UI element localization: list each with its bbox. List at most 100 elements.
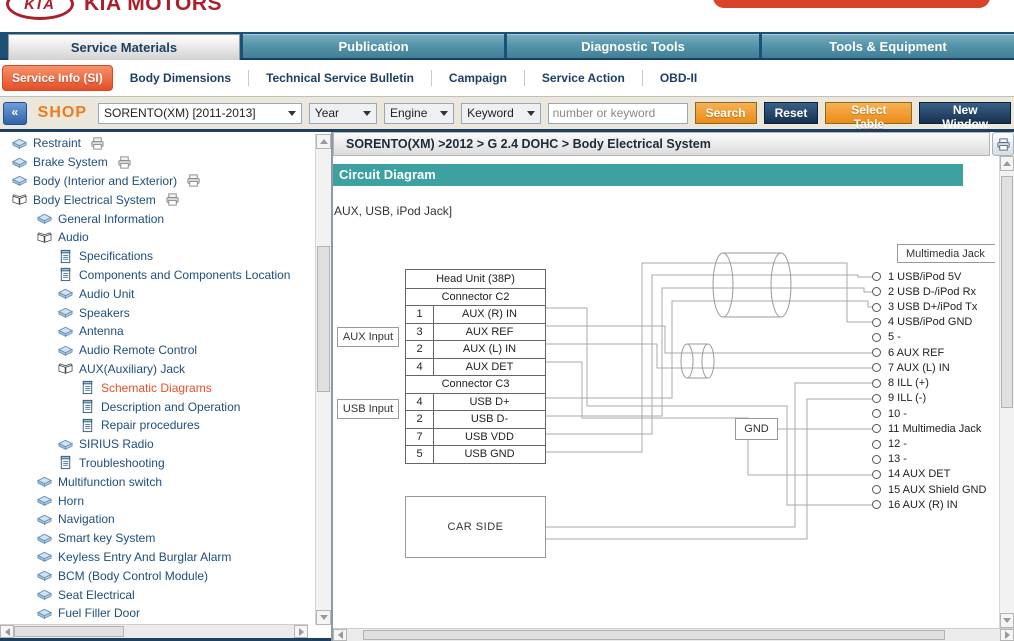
tree-item[interactable]: Troubleshooting xyxy=(0,454,314,473)
search-button[interactable]: Search xyxy=(695,102,757,124)
subtab-body-dimensions[interactable]: Body Dimensions xyxy=(113,71,248,85)
printer-icon[interactable] xyxy=(165,192,181,208)
subtab-service-info[interactable]: Service Info (SI) xyxy=(2,65,113,91)
tree-item-label: BCM (Body Control Module) xyxy=(58,569,208,583)
scroll-right-icon[interactable] xyxy=(294,625,308,638)
scroll-left-icon[interactable] xyxy=(0,625,14,638)
tree-item[interactable]: Multifunction switch xyxy=(0,472,314,491)
app-header: KIA KIA MOTORS xyxy=(0,0,1014,32)
tree-item[interactable]: AUX(Auxiliary) Jack xyxy=(0,360,314,379)
reset-button[interactable]: Reset xyxy=(764,102,819,124)
pin-number: 4 xyxy=(406,359,434,376)
tree-item[interactable]: SIRIUS Radio xyxy=(0,435,314,454)
doc-icon xyxy=(58,455,74,471)
tree-item[interactable]: Schematic Diagrams xyxy=(0,378,314,397)
tree-item[interactable]: Description and Operation xyxy=(0,397,314,416)
head-unit-table: Head Unit (38P)Connector C21AUX (R) IN3A… xyxy=(405,269,546,464)
scroll-down-icon[interactable] xyxy=(1000,613,1014,628)
pin-signal: USB GND xyxy=(434,446,545,463)
tab-diagnostic-tools[interactable]: Diagnostic Tools xyxy=(507,34,759,58)
subtab-obd2[interactable]: OBD-II xyxy=(643,71,714,85)
tree-item[interactable]: Seat Electrical xyxy=(0,585,314,604)
scroll-down-icon[interactable] xyxy=(316,610,331,625)
main-tab-bar: Service Materials Publication Diagnostic… xyxy=(0,32,1014,60)
tree-item-label: Specifications xyxy=(79,249,153,263)
tab-publication[interactable]: Publication xyxy=(243,34,504,58)
tree-item-label: Navigation xyxy=(58,512,115,526)
scrollbar-thumb[interactable] xyxy=(14,626,124,637)
content-horizontal-scrollbar[interactable] xyxy=(333,628,1014,641)
tree-item[interactable]: Audio Remote Control xyxy=(0,341,314,360)
tree-item[interactable]: BCM (Body Control Module) xyxy=(0,566,314,585)
tab-service-materials[interactable]: Service Materials xyxy=(8,34,240,60)
jack-pin: 10 - xyxy=(868,406,986,421)
print-button[interactable] xyxy=(992,132,1014,156)
scrollbar-thumb[interactable] xyxy=(363,630,945,640)
jack-pin: 9 ILL (-) xyxy=(868,391,986,406)
printer-icon[interactable] xyxy=(90,135,106,151)
new-window-button[interactable]: New Window xyxy=(919,102,1011,124)
tree-item[interactable]: General Information xyxy=(0,209,314,228)
engine-select[interactable]: Engine xyxy=(384,103,454,124)
tree-item[interactable]: Navigation xyxy=(0,510,314,529)
tree-item-label: Description and Operation xyxy=(101,400,240,414)
tree-vertical-scrollbar[interactable] xyxy=(315,134,331,625)
tab-tools-equipment[interactable]: Tools & Equipment xyxy=(762,34,1014,58)
tree-item[interactable]: Body Electrical System xyxy=(0,190,314,209)
year-select[interactable]: Year xyxy=(309,103,377,124)
tree-item[interactable]: Smart key System xyxy=(0,529,314,548)
pin-number: 2 xyxy=(406,341,434,358)
subtab-service-action[interactable]: Service Action xyxy=(525,71,642,85)
pin-label: 16 AUX (R) IN xyxy=(888,499,958,511)
scroll-up-icon[interactable] xyxy=(1000,156,1014,171)
book-closed-icon xyxy=(58,342,74,358)
tree-item[interactable]: Antenna xyxy=(0,322,314,341)
scrollbar-thumb[interactable] xyxy=(317,246,330,392)
tree-item[interactable]: Audio Unit xyxy=(0,284,314,303)
scroll-right-icon[interactable] xyxy=(1000,629,1014,641)
tree-item[interactable]: Fuel Filler Door xyxy=(0,604,314,623)
tree-item[interactable]: Horn xyxy=(0,491,314,510)
vehicle-select[interactable]: SORENTO(XM) [2011-2013] xyxy=(98,103,302,124)
tree-item-label: Seat Electrical xyxy=(58,588,135,602)
brand-text: KIA MOTORS xyxy=(84,0,222,16)
tree-item[interactable]: Body (Interior and Exterior) xyxy=(0,172,314,191)
printer-icon[interactable] xyxy=(186,173,202,189)
pin-label: 2 USB D-/iPod Rx xyxy=(888,286,976,298)
keyword-input[interactable] xyxy=(548,103,688,124)
pin-terminal-icon xyxy=(872,272,881,281)
select-table-button[interactable]: Select Table xyxy=(825,102,912,124)
pin-signal: AUX (L) IN xyxy=(434,341,545,358)
pin-label: 15 AUX Shield GND xyxy=(888,484,986,496)
content-vertical-scrollbar[interactable] xyxy=(999,156,1014,628)
collapse-sidebar-icon[interactable]: « xyxy=(3,102,27,125)
pin-terminal-icon xyxy=(872,394,881,403)
tree-item[interactable]: Specifications xyxy=(0,247,314,266)
scroll-left-icon[interactable] xyxy=(333,629,347,641)
book-closed-icon xyxy=(12,135,28,151)
jack-pin: 8 ILL (+) xyxy=(868,376,986,391)
tree-item[interactable]: Brake System xyxy=(0,153,314,172)
tree-item[interactable]: Audio xyxy=(0,228,314,247)
jack-pin: 13 - xyxy=(868,452,986,467)
subtab-campaign[interactable]: Campaign xyxy=(432,71,524,85)
chevron-down-icon xyxy=(288,111,296,116)
book-closed-icon xyxy=(12,173,28,189)
scroll-up-icon[interactable] xyxy=(316,134,331,149)
tree-item[interactable]: Components and Components Location xyxy=(0,266,314,285)
subtab-technical-service-bulletin[interactable]: Technical Service Bulletin xyxy=(249,71,431,85)
tree-item[interactable]: Speakers xyxy=(0,303,314,322)
tree-item[interactable]: Restraint xyxy=(0,134,314,153)
doc-icon xyxy=(80,380,96,396)
tree-item[interactable]: Keyless Entry And Burglar Alarm xyxy=(0,548,314,567)
pin-number: 7 xyxy=(406,429,434,446)
pin-label: 11 Multimedia Jack xyxy=(888,423,981,435)
pin-number: 5 xyxy=(406,446,434,463)
tree-horizontal-scrollbar[interactable] xyxy=(0,624,308,638)
keyword-select[interactable]: Keyword xyxy=(461,103,541,124)
book-closed-icon xyxy=(58,286,74,302)
scrollbar-thumb[interactable] xyxy=(1001,176,1013,408)
printer-icon[interactable] xyxy=(117,154,133,170)
tree-item[interactable]: Repair procedures xyxy=(0,416,314,435)
jack-pin: 15 AUX Shield GND xyxy=(868,482,986,497)
